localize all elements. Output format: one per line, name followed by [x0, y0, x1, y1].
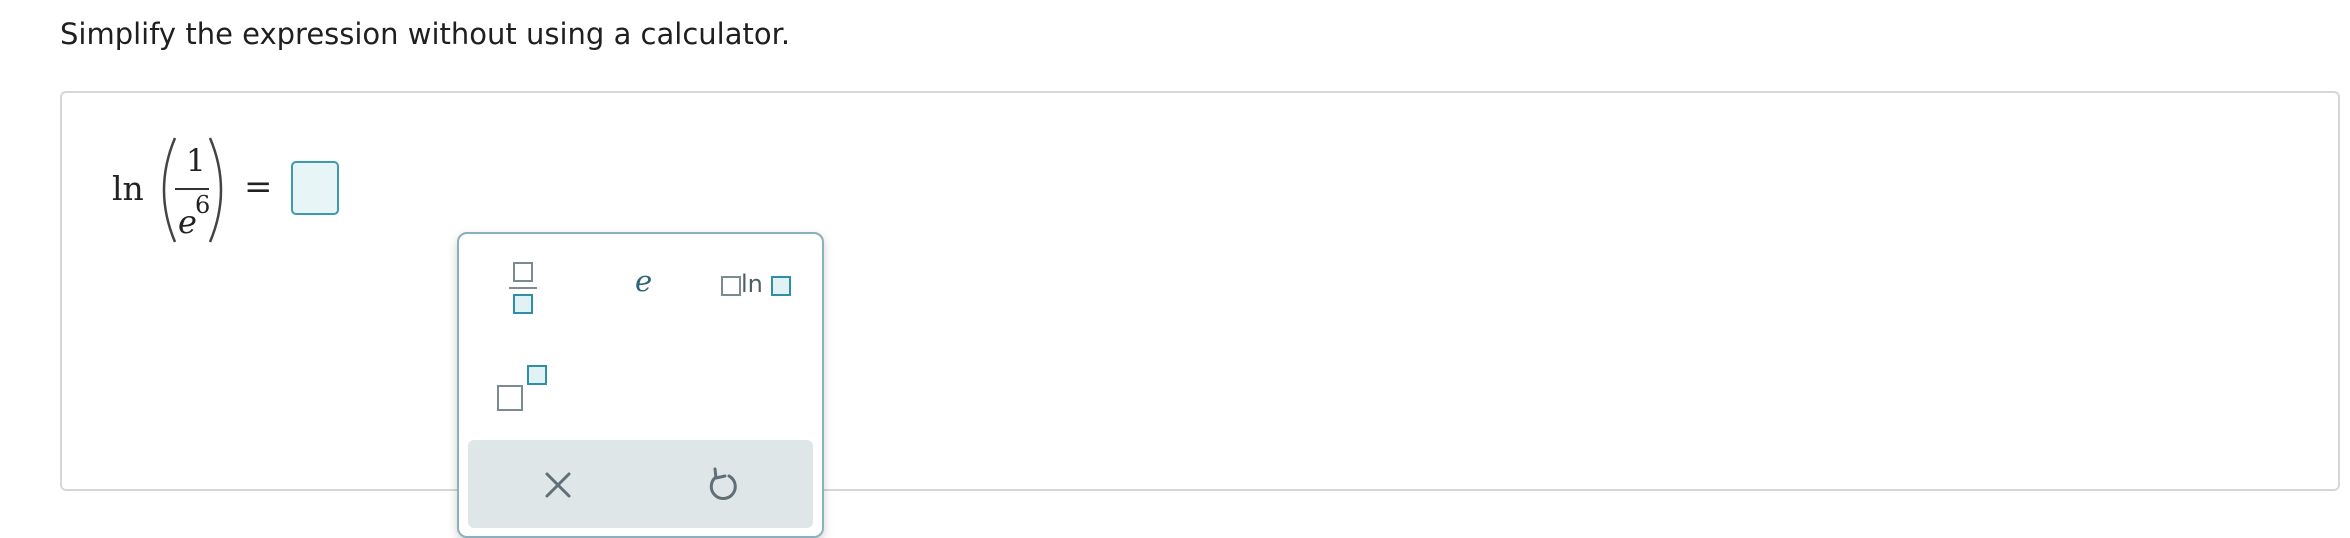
log-button[interactable]: ln	[719, 270, 809, 304]
log-label: ln	[741, 270, 763, 298]
right-parenthesis	[208, 137, 223, 243]
left-parenthesis	[162, 137, 177, 243]
e-button[interactable]: e	[619, 264, 679, 304]
palette-action-bar	[468, 440, 813, 528]
undo-button[interactable]	[698, 460, 748, 510]
e-label: e	[635, 264, 653, 298]
undo-icon	[709, 467, 737, 501]
math-palette: e ln	[457, 232, 824, 538]
exponent-button[interactable]	[497, 361, 553, 413]
fraction-button[interactable]	[503, 258, 543, 318]
answer-input[interactable]	[291, 161, 339, 215]
fraction-numerator: 1	[186, 143, 206, 179]
ln-function: ln	[112, 169, 144, 208]
question-instruction: Simplify the expression without using a …	[60, 17, 791, 51]
equals-sign: =	[244, 167, 273, 207]
math-expression: ln 1 e 6 =	[62, 93, 422, 293]
fraction-bar	[175, 188, 209, 190]
close-icon	[545, 472, 571, 498]
clear-button[interactable]	[533, 460, 583, 510]
answer-panel: ln 1 e 6 = e ln	[60, 91, 2340, 538]
